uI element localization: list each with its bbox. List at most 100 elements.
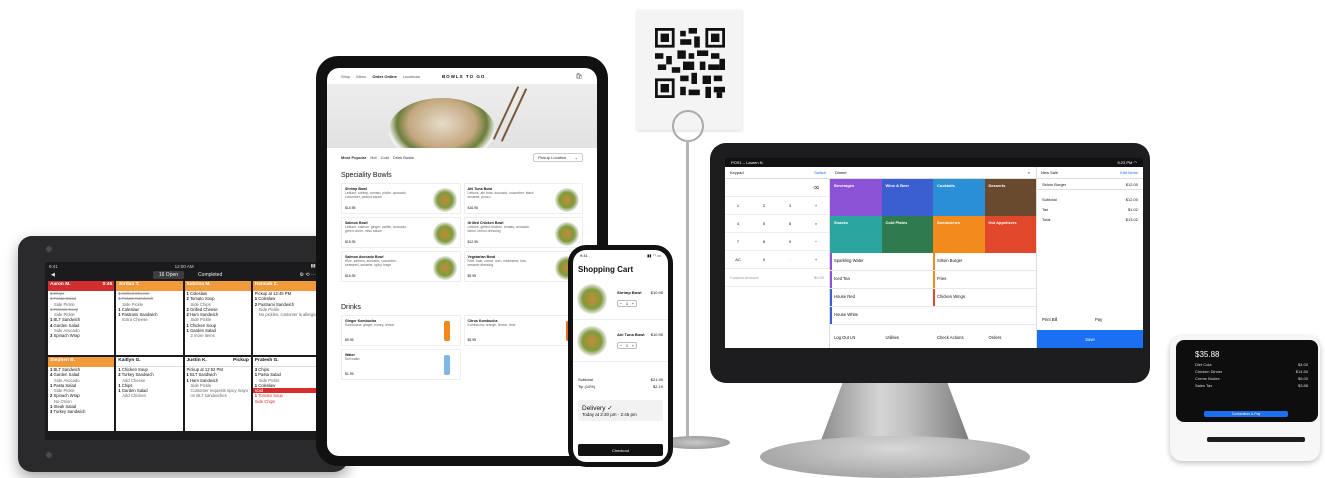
- bowl-card[interactable]: Salmon Avocado Bowl Rice, salmon, avocado…: [341, 251, 461, 282]
- keypad-key[interactable]: 4: [725, 221, 751, 226]
- bowl-card[interactable]: Vegetarian Bowl Rice, kale, carrot, corn,…: [463, 251, 583, 282]
- check-actions-button[interactable]: Check Actions: [933, 330, 985, 348]
- drink-card[interactable]: Ginger Kombucha Kombucha, ginger, honey, …: [341, 315, 461, 346]
- item-tile[interactable]: Fries: [933, 271, 1036, 288]
- keypad-key[interactable]: ×: [803, 221, 829, 226]
- bag-icon[interactable]: 🛍: [575, 73, 583, 80]
- nav-shop[interactable]: Shop: [341, 74, 350, 79]
- item-tile[interactable]: Iced Tea: [830, 271, 933, 288]
- keypad-key[interactable]: +: [803, 257, 829, 262]
- keypad-key[interactable]: 0: [751, 257, 777, 262]
- filter-cold[interactable]: Cold: [381, 155, 389, 160]
- item-quantity: 2: [118, 372, 121, 378]
- minus-icon[interactable]: −: [620, 301, 622, 306]
- item-name: Extra Cheese: [122, 317, 148, 323]
- product-price: $12.95: [467, 239, 478, 244]
- item-name: Coleslaw: [190, 291, 208, 296]
- item-name: Chips: [258, 367, 269, 372]
- nav-locations[interactable]: Locations: [403, 74, 420, 79]
- keypad-key[interactable]: +: [803, 203, 829, 208]
- category-tile[interactable]: Beverages: [830, 179, 882, 216]
- plus-icon[interactable]: +: [632, 301, 634, 306]
- item-row: Sparkling Water Sirloin Burger: [830, 253, 1036, 271]
- bowl-card[interactable]: Shrimp Bowl Lettuce, shrimp, tomato, pick…: [341, 183, 461, 214]
- qr-code-image[interactable]: [655, 28, 725, 98]
- nav-menu[interactable]: Menu: [356, 74, 366, 79]
- bowl-card[interactable]: Salmon Bowl Lettuce, salmon, ginger, radi…: [341, 217, 461, 248]
- keypad-key[interactable]: 2: [751, 203, 777, 208]
- keypad-key[interactable]: AC: [725, 257, 751, 262]
- order-ticket[interactable]: Stephen B. 1 BLT Sandwich 4 Garden Salad S…: [48, 357, 115, 431]
- keypad-key[interactable]: 8: [751, 239, 777, 244]
- order-ticket[interactable]: Justin K. Pickup Pickup at 12:52 PM 1 BLT …: [184, 357, 251, 431]
- order-ticket[interactable]: Pratesh G. 3 Chips 1 Pasta Salad Side Pick…: [252, 357, 319, 431]
- category-tile[interactable]: Cold Plates: [881, 216, 933, 253]
- log-out-button[interactable]: Log Out LN: [830, 330, 882, 348]
- order-ticket[interactable]: Sabrina M. 1 Coleslaw 2 Tomato Soup Side C…: [184, 281, 251, 355]
- quantity-stepper[interactable]: −1 +: [617, 342, 637, 349]
- item-tile[interactable]: House White: [830, 307, 933, 324]
- item-tile[interactable]: Chicken Wings: [933, 289, 1036, 306]
- orders-button[interactable]: Orders: [985, 330, 1037, 348]
- search-icon[interactable]: ⌕: [1028, 170, 1030, 175]
- order-ticket[interactable]: Kaitlyn G. 1 Chicken Soup 2 Turkey Sandwic…: [116, 357, 183, 431]
- keypad-key[interactable]: 1: [725, 203, 751, 208]
- keypad-key[interactable]: 5: [751, 221, 777, 226]
- delivery-option[interactable]: Delivery ✓ Today at 2:30 pm - 2:45 pm: [578, 400, 663, 421]
- bowl-card[interactable]: Ahi Tuna Bowl Lettuce, ahi tuna, avocado,…: [463, 183, 583, 214]
- print-bill-button[interactable]: Print Bill: [1037, 312, 1090, 330]
- keypad-key[interactable]: −: [803, 239, 829, 244]
- order-ticket[interactable]: Jordan T. 1 Grilled Cheese 1 Potato Sandwi…: [116, 281, 183, 355]
- bowl-image: [432, 222, 457, 246]
- drink-card[interactable]: Citrus Kombucha Kombucha, orange, lemon, …: [463, 315, 583, 346]
- nav-order-online[interactable]: Order Online: [372, 74, 396, 79]
- reader-total: $35.88: [1195, 350, 1220, 359]
- keypad-key[interactable]: ⌫: [803, 185, 829, 190]
- item-tile[interactable]: Sirloin Burger: [933, 253, 1036, 270]
- utilities-button[interactable]: Utilities: [882, 330, 934, 348]
- keypad-key[interactable]: 9: [777, 239, 803, 244]
- item-quantity: 1: [186, 322, 189, 328]
- minus-icon[interactable]: −: [620, 343, 622, 348]
- location-select[interactable]: Pickup Location ⌄: [533, 152, 583, 162]
- checkout-button[interactable]: Checkout: [578, 444, 663, 456]
- category-tile[interactable]: Sandwiches: [933, 216, 985, 253]
- drink-card[interactable]: Water Still water $1.95: [341, 349, 461, 380]
- category-tile[interactable]: Snacks: [830, 216, 882, 253]
- custom-amount-row[interactable]: Custom Amount $0.00: [725, 269, 829, 287]
- keypad-key[interactable]: 7: [725, 239, 751, 244]
- item-name: Tomato Soup: [53, 306, 79, 312]
- category-tile[interactable]: Hot Appetizers: [984, 216, 1036, 253]
- item-tile[interactable]: [933, 307, 1036, 324]
- item-tile[interactable]: Sparkling Water: [830, 253, 933, 270]
- save-button[interactable]: Save: [1037, 330, 1143, 348]
- order-ticket[interactable]: Hannah Z. Pickup at 12:45 PM 1 Coleslaw 2 …: [252, 281, 319, 355]
- plus-icon[interactable]: +: [632, 343, 634, 348]
- item-name: Side Avocado: [54, 328, 80, 334]
- item-tile[interactable]: House Red: [830, 289, 933, 306]
- filter-hot[interactable]: Hot: [370, 155, 376, 160]
- back-icon[interactable]: ◀: [51, 272, 55, 278]
- item-name: Side Pickle: [190, 317, 212, 323]
- contactless-pay-button[interactable]: Contactless & Pay: [1204, 411, 1288, 417]
- quantity-stepper[interactable]: −1 +: [617, 300, 637, 307]
- category-dropdown[interactable]: Dinner: [835, 170, 847, 175]
- pay-button[interactable]: Pay: [1090, 312, 1143, 330]
- ticket-line: Side Chips: [253, 399, 319, 404]
- product-description: Lettuce, ahi tuna, avocado, cucumber, bl…: [467, 191, 534, 200]
- keypad-key[interactable]: .: [777, 257, 803, 262]
- store-brand[interactable]: BOWLS TO GO: [442, 74, 485, 79]
- keypad-key[interactable]: 3: [777, 203, 803, 208]
- tab-open[interactable]: 16 Open: [152, 270, 185, 279]
- tab-completed[interactable]: Completed: [192, 271, 228, 279]
- category-tile[interactable]: Cocktails: [933, 179, 985, 216]
- filter-drink-bowls[interactable]: Drink Bowls: [393, 155, 414, 160]
- category-tile[interactable]: Wine & Beer: [881, 179, 933, 216]
- filter-most-popular[interactable]: Most Popular: [341, 155, 366, 160]
- order-ticket[interactable]: Aaron M. 0:45 1 Chips 1 Pasta Salad Side Pi…: [48, 281, 115, 355]
- switch-button[interactable]: Switch: [814, 170, 826, 175]
- category-tile[interactable]: Desserts: [984, 179, 1036, 216]
- kds-toolbar-icons[interactable]: ⚙ ⟲ ⋯: [300, 272, 316, 278]
- keypad-key[interactable]: 6: [777, 221, 803, 226]
- bowl-card[interactable]: Grilled Chicken Bowl Lettuce, grilled chi…: [463, 217, 583, 248]
